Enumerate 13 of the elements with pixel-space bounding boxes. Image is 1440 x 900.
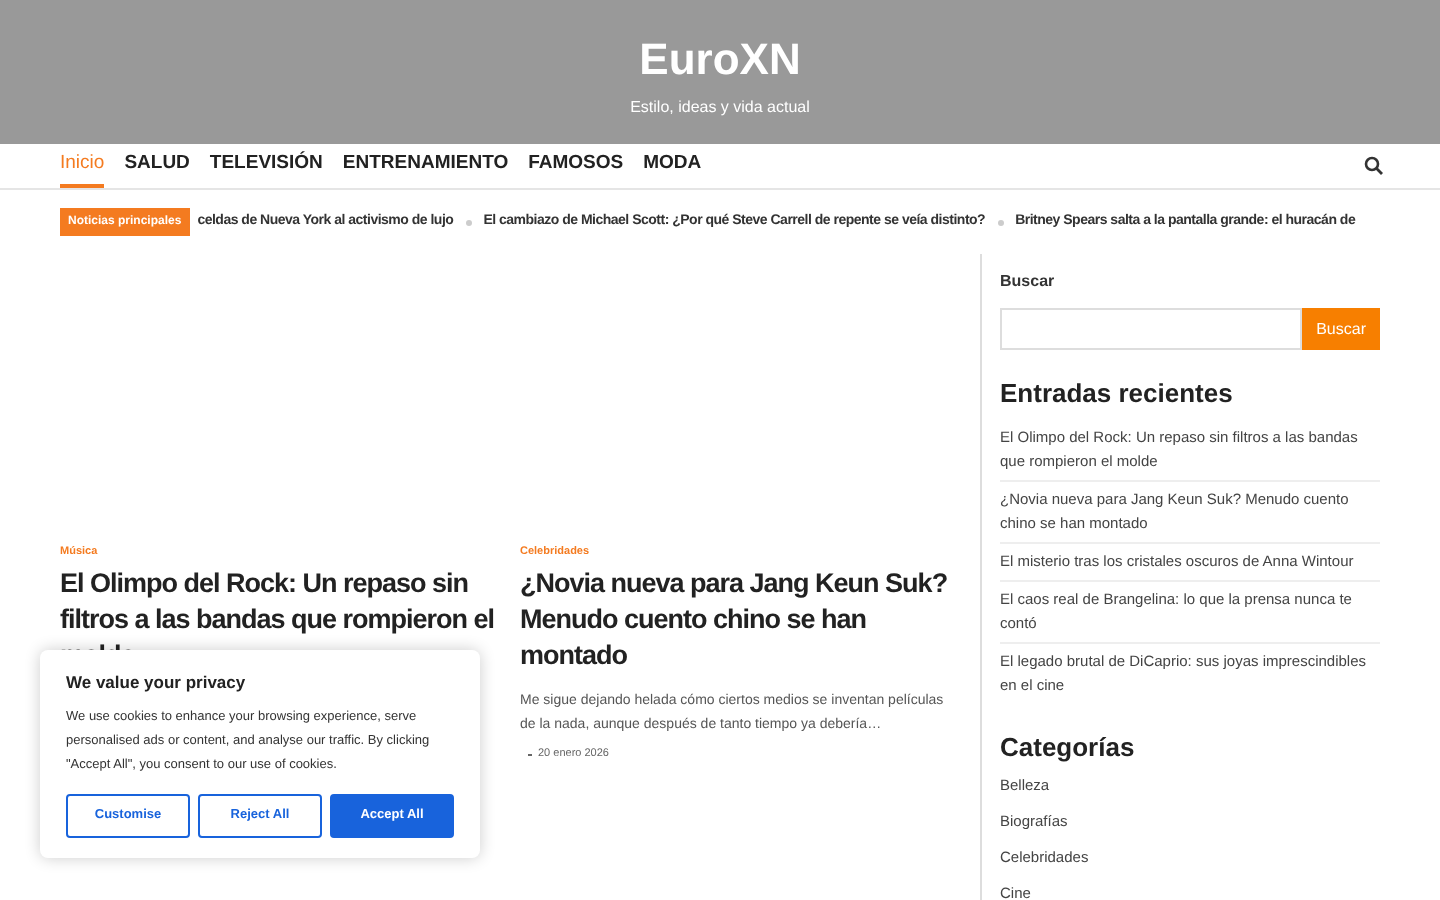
nav-link[interactable]: MODA	[643, 144, 702, 188]
section-heading: Entradas recientes	[1000, 376, 1235, 412]
section-heading: Categorías	[1000, 729, 1137, 766]
article-title[interactable]: ¿Novia nueva para Jang Keun Suk? Menudo cuento chino se han montado	[520, 566, 960, 675]
nav-link[interactable]: ENTRENAMIENTO	[342, 144, 509, 188]
nav-link[interactable]: TELEVISIÓN	[209, 144, 323, 188]
nav-link[interactable]: FAMOSOS	[528, 144, 624, 188]
search-label: Buscar	[1000, 270, 1057, 294]
cookie-title: We value your privacy	[66, 670, 248, 696]
site-tagline: Estilo, ideas y vida actual	[630, 96, 810, 121]
nav-link[interactable]: SALUD	[124, 144, 190, 188]
search-icon[interactable]	[1364, 156, 1384, 176]
search-field[interactable]	[1000, 308, 1303, 350]
